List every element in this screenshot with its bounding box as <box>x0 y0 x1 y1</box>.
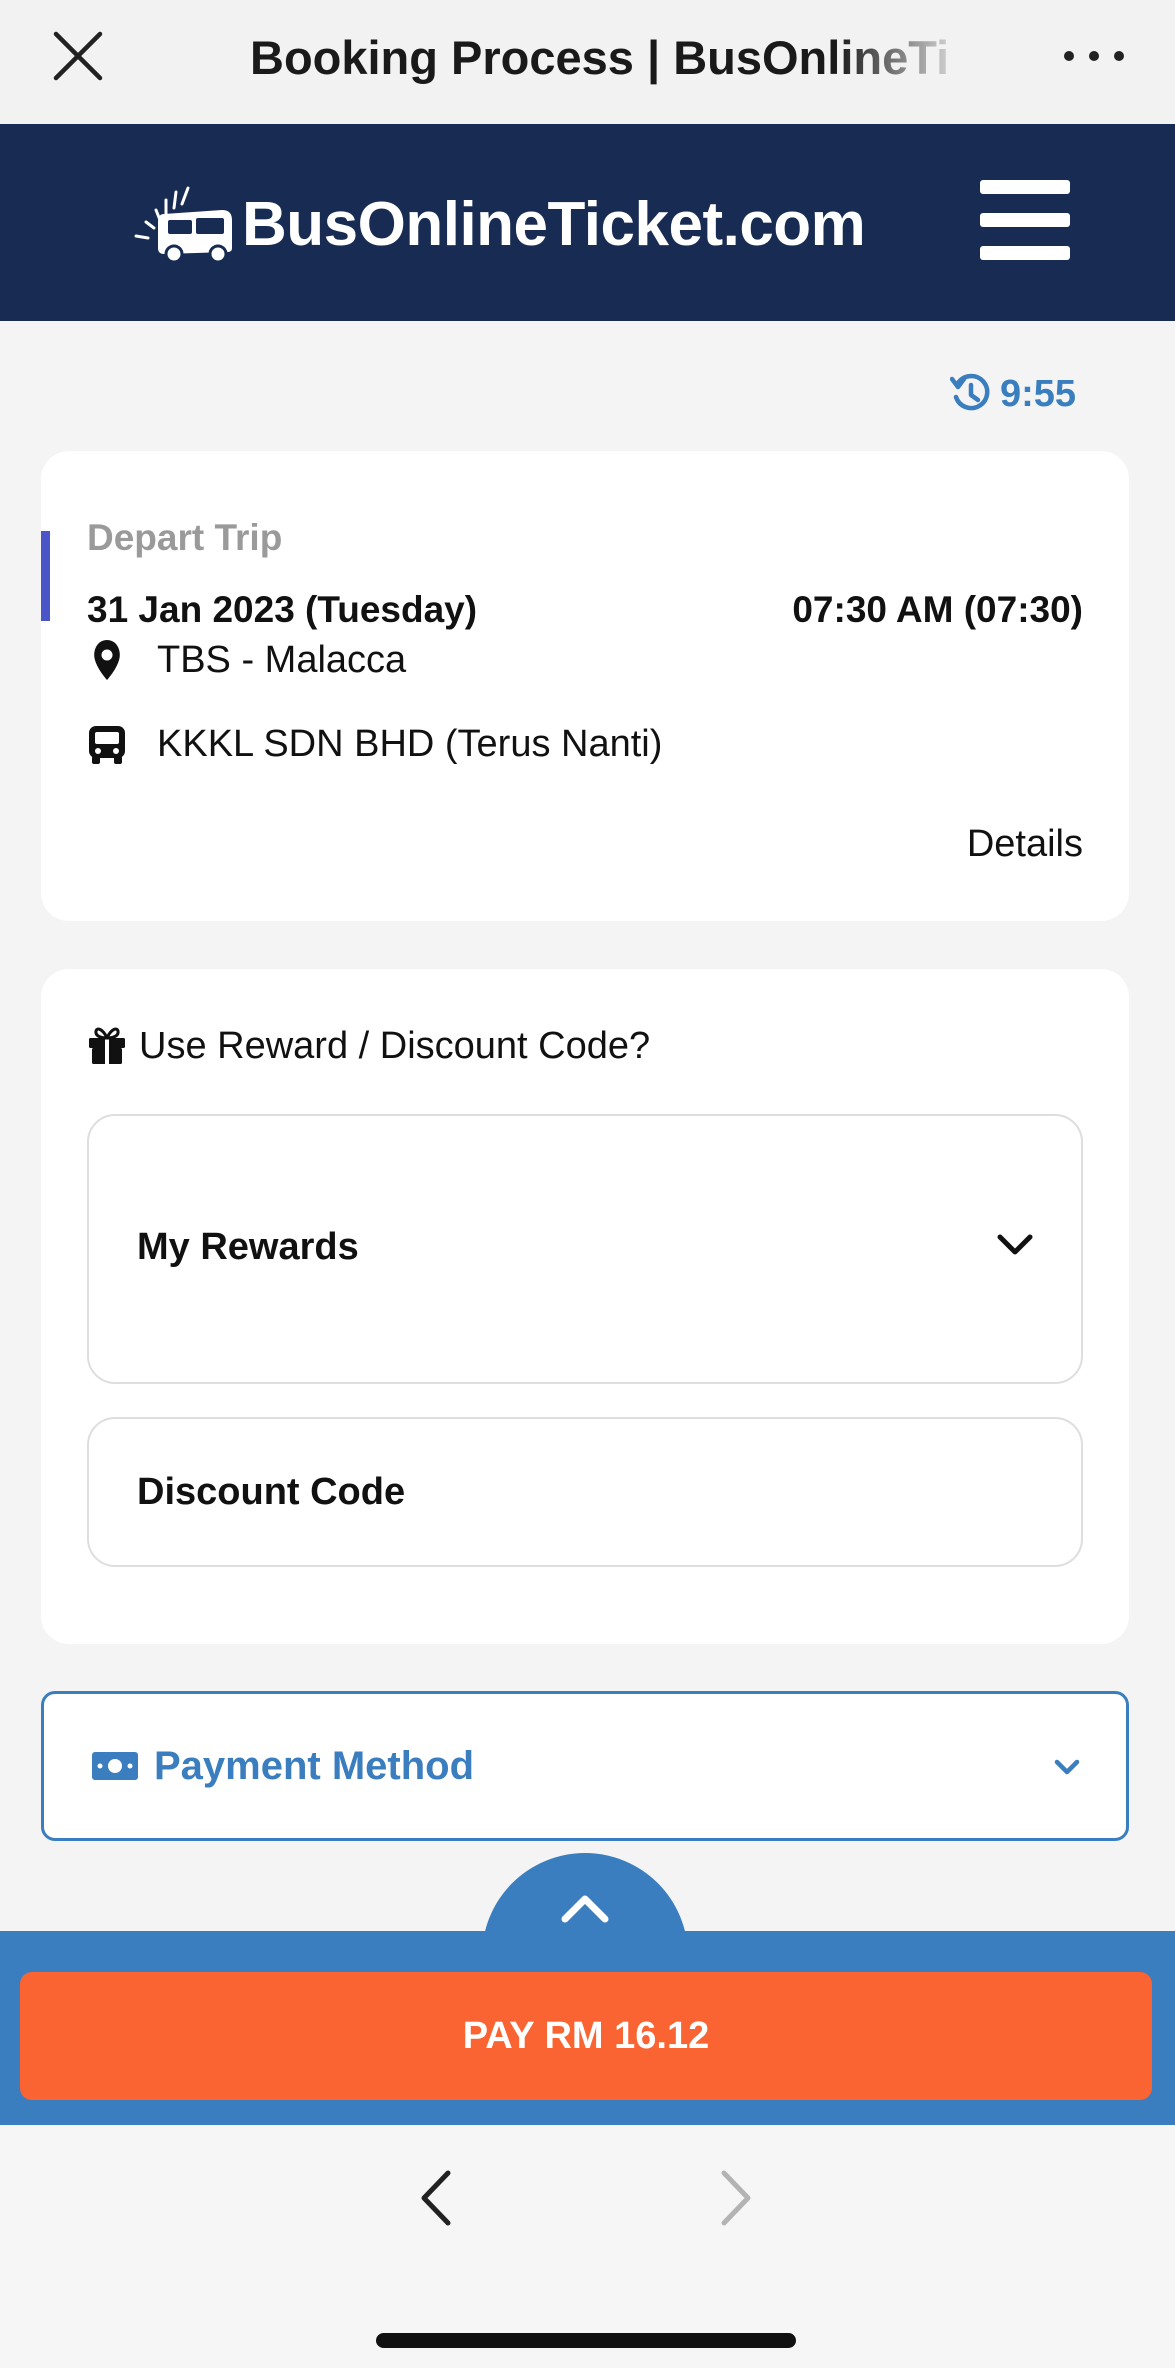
home-indicator <box>376 2333 796 2348</box>
payment-method-label: Payment Method <box>154 1744 475 1788</box>
chevron-up-icon <box>561 1895 609 1923</box>
trip-operator-text: KKKL SDN BHD (Terus Nanti) <box>157 722 663 765</box>
site-logo-text: BusOnlineTicket.com <box>242 189 866 259</box>
trip-date: 31 Jan 2023 (Tuesday) <box>87 589 478 630</box>
chevron-down-icon <box>1054 1759 1080 1775</box>
trip-operator: KKKL SDN BHD (Terus Nanti) <box>87 719 662 769</box>
my-rewards-label: My Rewards <box>137 1226 359 1268</box>
trip-time: 07:30 AM (07:30) <box>792 589 1083 630</box>
depart-trip-card: Depart Trip 31 Jan 2023 (Tuesday) 07:30 … <box>41 451 1129 921</box>
hamburger-icon[interactable] <box>980 180 1070 260</box>
gift-icon <box>89 1027 125 1064</box>
browser-navigation-bar <box>0 2125 1175 2368</box>
money-bill-icon <box>92 1752 138 1780</box>
timer-value: 9:55 <box>1000 372 1077 415</box>
trip-route: TBS - Malacca <box>87 635 406 685</box>
discount-code-label: Discount Code <box>137 1471 406 1513</box>
close-icon[interactable] <box>52 30 104 82</box>
site-logo[interactable]: BusOnlineTicket.com <box>130 184 866 264</box>
bus-logo-icon <box>134 186 232 264</box>
back-arrow-icon[interactable] <box>410 2163 460 2233</box>
trip-label: Depart Trip <box>87 517 283 558</box>
site-header: BusOnlineTicket.com <box>0 124 1175 321</box>
history-clock-icon <box>950 373 990 411</box>
page-title: Booking Process | BusOnlineTicket.com <box>250 31 950 84</box>
more-dots-icon[interactable] <box>1064 36 1124 76</box>
bus-icon <box>89 726 125 764</box>
discount-code-field[interactable]: Discount Code <box>87 1417 1083 1567</box>
trip-accent-bar <box>41 531 50 621</box>
map-pin-icon <box>94 640 120 680</box>
trip-route-text: TBS - Malacca <box>157 638 407 681</box>
payment-method-accordion[interactable]: Payment Method <box>41 1691 1129 1841</box>
booking-content: 9:55 Depart Trip 31 Jan 2023 (Tuesday) 0… <box>0 321 1175 1893</box>
chevron-down-icon <box>997 1234 1033 1255</box>
reward-discount-card: Use Reward / Discount Code? My Rewards D… <box>41 969 1129 1644</box>
webview-top-bar: Booking Process | BusOnlineTicket.com <box>0 0 1175 124</box>
trip-details-link[interactable]: Details <box>967 823 1083 866</box>
countdown-timer: 9:55 <box>950 369 1076 419</box>
reward-heading: Use Reward / Discount Code? <box>87 1021 650 1071</box>
forward-arrow-icon[interactable] <box>712 2163 762 2233</box>
my-rewards-dropdown[interactable]: My Rewards <box>87 1114 1083 1384</box>
reward-heading-text: Use Reward / Discount Code? <box>139 1024 651 1067</box>
pay-button[interactable]: PAY RM 16.12 <box>20 1972 1152 2100</box>
